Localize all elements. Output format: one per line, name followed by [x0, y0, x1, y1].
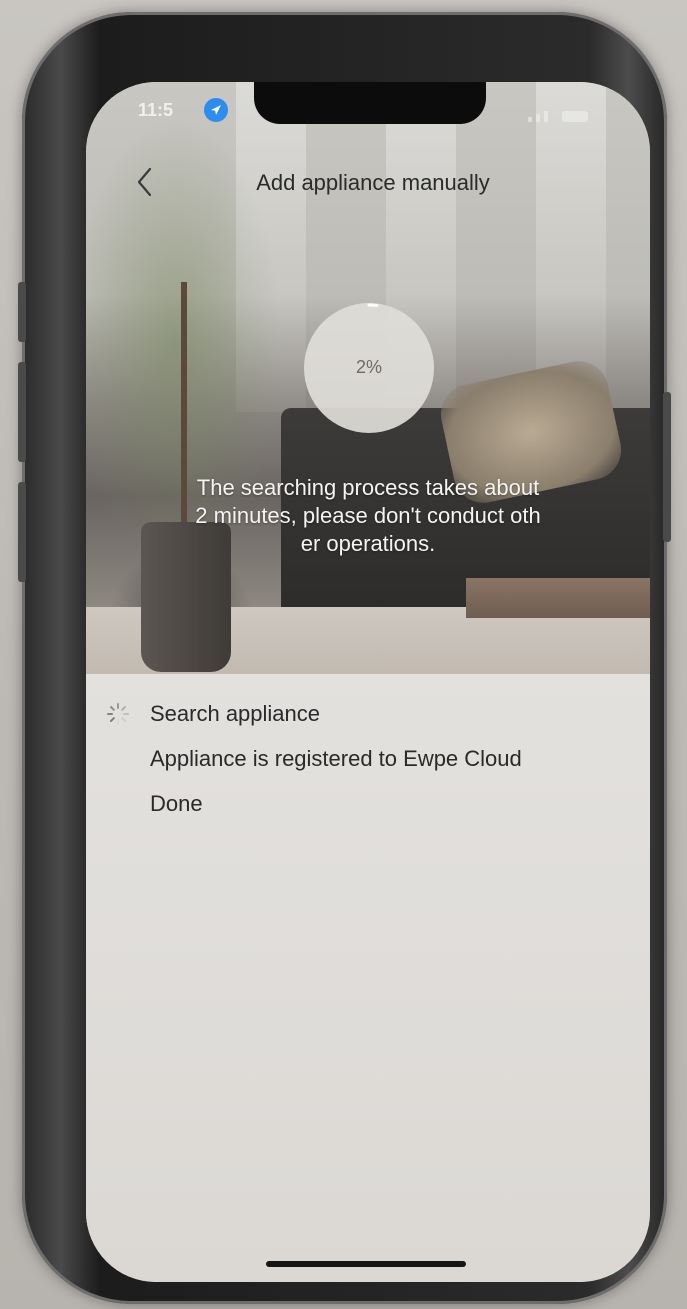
phone-volume-up [18, 362, 26, 462]
page-title: Add appliance manually [256, 170, 490, 195]
step-search-appliance: Search appliance [150, 701, 321, 726]
phone-side-button [18, 282, 26, 342]
signal-icon [536, 114, 540, 122]
nav-bar: Add appliance manually [86, 152, 650, 212]
search-hint-line: er operations. [300, 531, 436, 556]
status-time: 11:5 [138, 100, 174, 120]
app-screen: 11:5 Add appliance manually 2% The searc… [86, 82, 650, 1282]
signal-icon [544, 111, 548, 122]
step-register-cloud: Appliance is registered to Ewpe Cloud [150, 746, 522, 771]
search-hint-line: 2 minutes, please don't conduct oth [195, 503, 541, 528]
camera-notch [254, 82, 486, 124]
status-indicators [528, 104, 598, 122]
location-arrow-icon [204, 98, 228, 122]
battery-icon [562, 111, 588, 122]
steps-panel: Search appliance Appliance is registered… [86, 674, 650, 1282]
phone-power-button [663, 392, 671, 542]
search-hint: The searching process takes about 2 minu… [146, 474, 590, 558]
search-hint-line: The searching process takes about [196, 475, 540, 500]
progress-percent: 2% [355, 357, 382, 377]
phone-frame: 11:5 Add appliance manually 2% The searc… [18, 12, 671, 1304]
table-shape [466, 578, 650, 618]
location-arrow-glyph [211, 105, 221, 115]
home-indicator[interactable] [266, 1261, 466, 1267]
step-done: Done [150, 791, 203, 816]
progress-indicator: 2% [304, 303, 434, 433]
signal-icon [528, 117, 532, 122]
phone-volume-down [18, 482, 26, 582]
window-light [236, 82, 306, 412]
loading-spinner-icon [107, 703, 129, 725]
